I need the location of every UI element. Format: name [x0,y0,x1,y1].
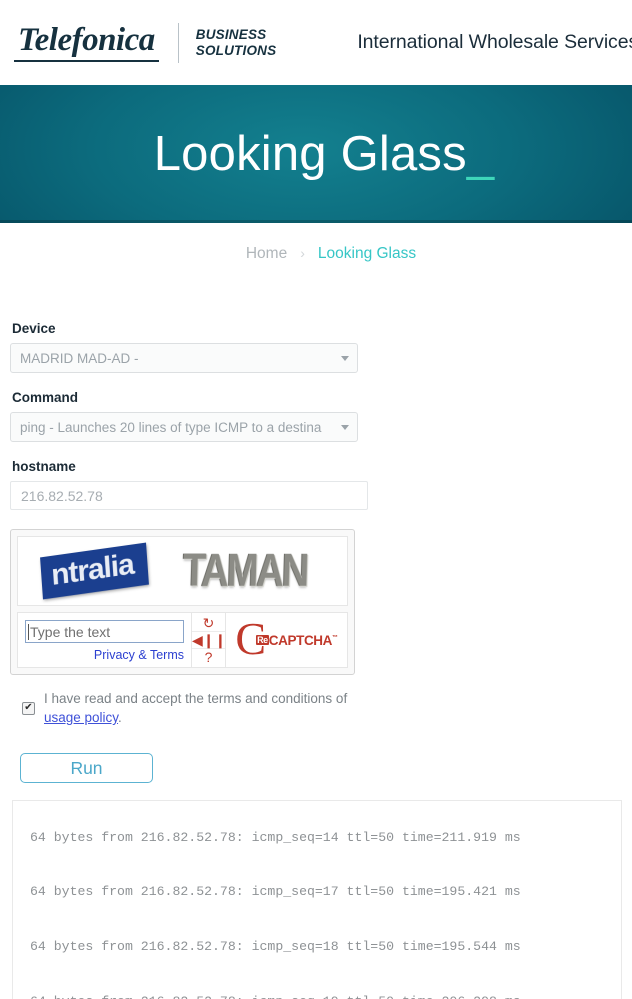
captcha-controls: Type the text Privacy & Terms ↻ ◀❙❙ ? C … [17,612,348,668]
recaptcha-brand-text: ReCAPTCHA™ [256,633,338,648]
command-select[interactable]: ping - Launches 20 lines of type ICMP to… [10,412,358,442]
run-button[interactable]: Run [20,753,153,784]
help-icon[interactable]: ? [192,649,225,665]
terminal-text: 64 bytes from 216.82.52.78: icmp_seq=14 … [30,801,621,999]
logo-wordmark: Telefonica [14,23,159,62]
hostname-input[interactable]: 216.82.52.78 [10,481,368,510]
terms-period: . [118,710,122,726]
refresh-icon[interactable]: ↻ [192,615,225,632]
terminal-line: 64 bytes from 216.82.52.78: icmp_seq=18 … [30,939,521,955]
captcha-word-two: TAMAN [182,544,309,597]
terms-text: I have read and accept the terms and con… [44,689,374,727]
site-header: Telefonica BUSINESS SOLUTIONS Internatio… [0,0,632,85]
usage-policy-link[interactable]: usage policy [44,710,118,725]
run-button-label: Run [70,757,103,778]
page-title-text: Looking Glass [153,126,467,181]
chevron-down-icon [341,424,349,430]
captcha-word-one: ntralia [40,542,150,600]
telefonica-logo[interactable]: Telefonica BUSINESS SOLUTIONS [14,22,277,63]
terms-statement: I have read and accept the terms and con… [44,691,348,706]
logo-subbrand-line1: BUSINESS [195,26,267,42]
terms-row: ✔ I have read and accept the terms and c… [10,689,632,727]
recaptcha-name: CAPTCHA [268,632,333,648]
recaptcha-widget[interactable]: ntralia TAMAN Type the text Privacy & Te… [10,529,355,675]
page-title: Looking Glass_ [153,126,499,181]
chevron-right-icon: › [300,245,305,261]
breadcrumb-current: Looking Glass [317,245,417,262]
command-label: Command [12,390,79,405]
terminal-line: 64 bytes from 216.82.52.78: icmp_seq=14 … [30,829,521,845]
chevron-down-icon [341,355,349,361]
logo-divider [177,22,179,63]
hero-banner: Looking Glass_ [0,85,632,223]
command-select-value: ping - Launches 20 lines of type ICMP to… [20,419,322,435]
lookingglass-form: Device MADRID MAD-AD - Command ping - La… [0,321,632,784]
header-tagline: International Wholesale Services [357,31,632,53]
device-select-value: MADRID MAD-AD - [20,350,139,366]
device-label: Device [12,321,56,336]
breadcrumb: Home › Looking Glass [0,223,632,285]
title-cursor-icon: _ [466,126,495,181]
terms-checkbox[interactable]: ✔ [22,701,35,715]
hostname-input-value: 216.82.52.78 [21,487,103,504]
terminal-line: 64 bytes from 216.82.52.78: icmp_seq=19 … [30,993,621,999]
captcha-icon-column: ↻ ◀❙❙ ? [192,612,226,668]
captcha-input-placeholder: Type the text [30,623,111,640]
command-output-panel[interactable]: 64 bytes from 216.82.52.78: icmp_seq=14 … [12,800,622,999]
captcha-challenge-image: ntralia TAMAN [17,536,348,606]
logo-subbrand: BUSINESS SOLUTIONS [196,27,277,58]
recaptcha-re-badge: Re [256,634,269,645]
audio-icon[interactable]: ◀❙❙ [192,632,226,649]
check-icon: ✔ [24,702,33,714]
hostname-label: hostname [12,459,76,474]
logo-subbrand-line2: SOLUTIONS [195,42,277,58]
terminal-line: 64 bytes from 216.82.52.78: icmp_seq=17 … [30,884,521,900]
captcha-privacy-terms-link[interactable]: Privacy & Terms [25,648,184,662]
captcha-text-input[interactable]: Type the text [25,620,184,643]
recaptcha-logo: C ReCAPTCHA™ [226,612,348,668]
captcha-input-column: Type the text Privacy & Terms [17,612,192,668]
breadcrumb-home-link[interactable]: Home [246,245,287,263]
device-select[interactable]: MADRID MAD-AD - [10,343,358,373]
trademark-icon: ™ [332,634,338,641]
